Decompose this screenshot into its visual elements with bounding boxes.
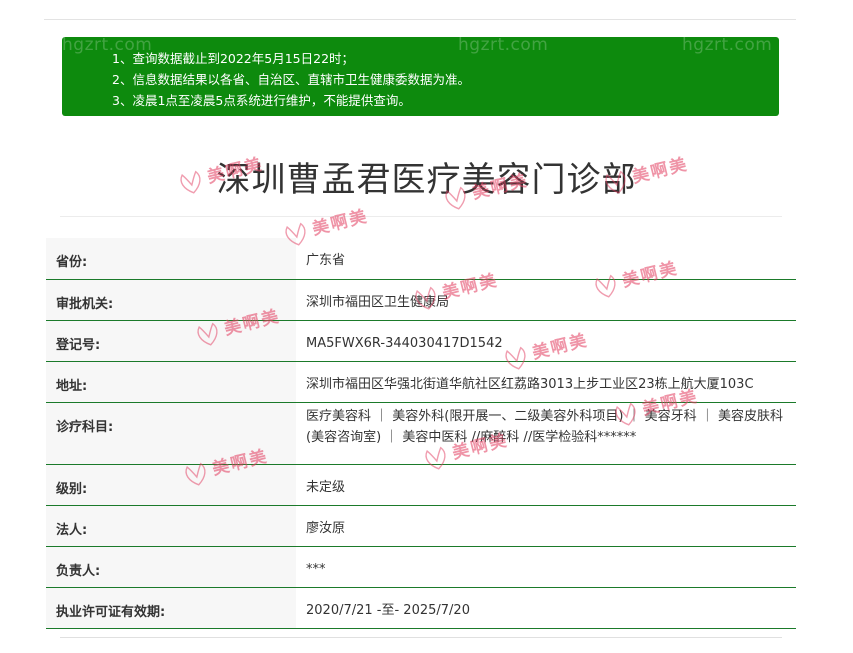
notice-line: 2、信息数据结果以各省、自治区、直辖市卫生健康委数据为准。 [112, 72, 470, 87]
table-row: 地址: 深圳市福田区华强北街道华航社区红荔路3013上步工业区23栋上航大厦10… [46, 361, 796, 403]
row-value: 未定级 [296, 464, 796, 506]
row-label: 诊疗科目: [46, 402, 296, 465]
row-label: 负责人: [46, 546, 296, 588]
row-label: 法人: [46, 505, 296, 547]
row-value: 深圳市福田区华强北街道华航社区红荔路3013上步工业区23栋上航大厦103C [296, 361, 796, 403]
row-value: MA5FWX6R-344030417D1542 [296, 320, 796, 362]
table-row: 负责人: *** [46, 546, 796, 588]
row-label: 执业许可证有效期: [46, 587, 296, 629]
notice-banner: hgzrt.com hgzrt.com hgzrt.com 1、查询数据截止到2… [62, 37, 779, 116]
row-label: 登记号: [46, 320, 296, 362]
notice-line: 3、凌晨1点至凌晨5点系统进行维护，不能提供查询。 [112, 93, 411, 108]
top-divider [44, 19, 796, 20]
row-label: 省份: [46, 238, 296, 280]
notice-line: 1、查询数据截止到2022年5月15日22时； [112, 51, 355, 66]
table-row: 执业许可证有效期: 2020/7/21 -至- 2025/7/20 [46, 587, 796, 629]
row-label: 审批机关: [46, 279, 296, 321]
table-row: 诊疗科目: 医疗美容科 ｜ 美容外科(限开展一、二级美容外科项目) ｜ 美容牙科… [46, 402, 796, 465]
table-row: 级别: 未定级 [46, 464, 796, 506]
row-value: 深圳市福田区卫生健康局 [296, 279, 796, 321]
row-value: 2020/7/21 -至- 2025/7/20 [296, 587, 796, 629]
bottom-divider [60, 637, 782, 638]
row-label: 级别: [46, 464, 296, 506]
table-row: 省份: 广东省 [46, 238, 796, 280]
table-row: 法人: 廖汝原 [46, 505, 796, 547]
title-divider [60, 216, 782, 217]
row-value: *** [296, 546, 796, 588]
info-table: 省份: 广东省 审批机关: 深圳市福田区卫生健康局 登记号: MA5FWX6R-… [46, 238, 796, 629]
row-value: 医疗美容科 ｜ 美容外科(限开展一、二级美容外科项目) ｜ 美容牙科 ｜ 美容皮… [296, 402, 796, 465]
row-value: 广东省 [296, 238, 796, 280]
table-row: 登记号: MA5FWX6R-344030417D1542 [46, 320, 796, 362]
page-title: 深圳曹孟君医疗美容门诊部 [216, 160, 637, 200]
row-value: 廖汝原 [296, 505, 796, 547]
row-label: 地址: [46, 361, 296, 403]
table-row: 审批机关: 深圳市福田区卫生健康局 [46, 279, 796, 321]
